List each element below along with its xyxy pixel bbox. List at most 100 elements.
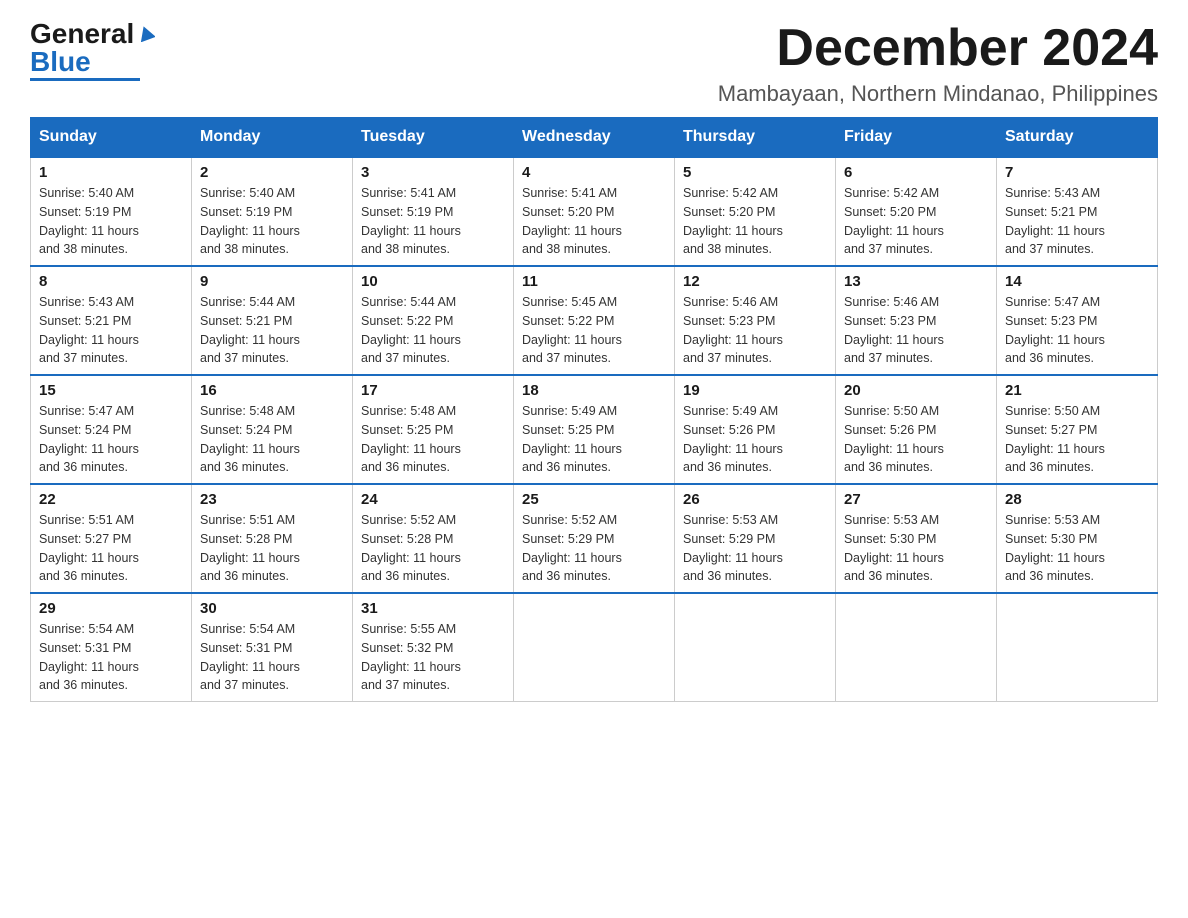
logo-underline [30,78,140,81]
calendar-cell: 3 Sunrise: 5:41 AM Sunset: 5:19 PM Dayli… [353,157,514,266]
calendar-week-row: 22 Sunrise: 5:51 AM Sunset: 5:27 PM Dayl… [31,484,1158,593]
day-number: 12 [683,273,827,290]
col-header-wednesday: Wednesday [514,118,675,158]
day-number: 10 [361,273,505,290]
day-number: 25 [522,491,666,508]
calendar-cell: 22 Sunrise: 5:51 AM Sunset: 5:27 PM Dayl… [31,484,192,593]
day-number: 17 [361,382,505,399]
calendar-cell: 17 Sunrise: 5:48 AM Sunset: 5:25 PM Dayl… [353,375,514,484]
calendar-week-row: 1 Sunrise: 5:40 AM Sunset: 5:19 PM Dayli… [31,157,1158,266]
day-info: Sunrise: 5:46 AM Sunset: 5:23 PM Dayligh… [844,293,988,368]
day-number: 26 [683,491,827,508]
day-info: Sunrise: 5:42 AM Sunset: 5:20 PM Dayligh… [683,184,827,259]
day-number: 23 [200,491,344,508]
day-number: 13 [844,273,988,290]
day-number: 8 [39,273,183,290]
day-info: Sunrise: 5:54 AM Sunset: 5:31 PM Dayligh… [39,620,183,695]
day-number: 15 [39,382,183,399]
day-info: Sunrise: 5:53 AM Sunset: 5:29 PM Dayligh… [683,511,827,586]
day-number: 19 [683,382,827,399]
logo-triangle-icon [137,24,155,47]
day-number: 24 [361,491,505,508]
calendar-cell: 5 Sunrise: 5:42 AM Sunset: 5:20 PM Dayli… [675,157,836,266]
day-number: 28 [1005,491,1149,508]
calendar-cell: 20 Sunrise: 5:50 AM Sunset: 5:26 PM Dayl… [836,375,997,484]
col-header-thursday: Thursday [675,118,836,158]
day-info: Sunrise: 5:51 AM Sunset: 5:27 PM Dayligh… [39,511,183,586]
logo-general-text: General [30,20,134,48]
calendar-cell [675,593,836,702]
calendar-cell [836,593,997,702]
calendar-cell: 24 Sunrise: 5:52 AM Sunset: 5:28 PM Dayl… [353,484,514,593]
calendar-cell: 21 Sunrise: 5:50 AM Sunset: 5:27 PM Dayl… [997,375,1158,484]
calendar-header-row: SundayMondayTuesdayWednesdayThursdayFrid… [31,118,1158,158]
calendar-cell: 25 Sunrise: 5:52 AM Sunset: 5:29 PM Dayl… [514,484,675,593]
day-info: Sunrise: 5:50 AM Sunset: 5:27 PM Dayligh… [1005,402,1149,477]
day-info: Sunrise: 5:40 AM Sunset: 5:19 PM Dayligh… [200,184,344,259]
day-number: 14 [1005,273,1149,290]
day-number: 4 [522,164,666,181]
day-info: Sunrise: 5:43 AM Sunset: 5:21 PM Dayligh… [1005,184,1149,259]
calendar-cell: 16 Sunrise: 5:48 AM Sunset: 5:24 PM Dayl… [192,375,353,484]
calendar-cell: 26 Sunrise: 5:53 AM Sunset: 5:29 PM Dayl… [675,484,836,593]
calendar-cell: 12 Sunrise: 5:46 AM Sunset: 5:23 PM Dayl… [675,266,836,375]
calendar-cell: 28 Sunrise: 5:53 AM Sunset: 5:30 PM Dayl… [997,484,1158,593]
day-number: 21 [1005,382,1149,399]
day-info: Sunrise: 5:43 AM Sunset: 5:21 PM Dayligh… [39,293,183,368]
calendar-cell [514,593,675,702]
calendar-cell: 15 Sunrise: 5:47 AM Sunset: 5:24 PM Dayl… [31,375,192,484]
col-header-monday: Monday [192,118,353,158]
calendar-cell: 7 Sunrise: 5:43 AM Sunset: 5:21 PM Dayli… [997,157,1158,266]
calendar-week-row: 8 Sunrise: 5:43 AM Sunset: 5:21 PM Dayli… [31,266,1158,375]
day-info: Sunrise: 5:48 AM Sunset: 5:25 PM Dayligh… [361,402,505,477]
day-info: Sunrise: 5:51 AM Sunset: 5:28 PM Dayligh… [200,511,344,586]
calendar-cell: 27 Sunrise: 5:53 AM Sunset: 5:30 PM Dayl… [836,484,997,593]
month-title: December 2024 [718,20,1158,77]
calendar-cell: 31 Sunrise: 5:55 AM Sunset: 5:32 PM Dayl… [353,593,514,702]
day-number: 1 [39,164,183,181]
day-info: Sunrise: 5:55 AM Sunset: 5:32 PM Dayligh… [361,620,505,695]
day-number: 18 [522,382,666,399]
calendar-cell [997,593,1158,702]
calendar-cell: 18 Sunrise: 5:49 AM Sunset: 5:25 PM Dayl… [514,375,675,484]
calendar-cell: 1 Sunrise: 5:40 AM Sunset: 5:19 PM Dayli… [31,157,192,266]
logo: General Blue [30,20,155,81]
day-info: Sunrise: 5:47 AM Sunset: 5:24 PM Dayligh… [39,402,183,477]
day-info: Sunrise: 5:53 AM Sunset: 5:30 PM Dayligh… [844,511,988,586]
col-header-tuesday: Tuesday [353,118,514,158]
calendar-cell: 13 Sunrise: 5:46 AM Sunset: 5:23 PM Dayl… [836,266,997,375]
calendar-table: SundayMondayTuesdayWednesdayThursdayFrid… [30,117,1158,702]
calendar-cell: 30 Sunrise: 5:54 AM Sunset: 5:31 PM Dayl… [192,593,353,702]
day-number: 9 [200,273,344,290]
day-info: Sunrise: 5:47 AM Sunset: 5:23 PM Dayligh… [1005,293,1149,368]
day-number: 7 [1005,164,1149,181]
calendar-cell: 10 Sunrise: 5:44 AM Sunset: 5:22 PM Dayl… [353,266,514,375]
page-header: General Blue December 2024 Mambayaan, No… [30,20,1158,107]
day-info: Sunrise: 5:40 AM Sunset: 5:19 PM Dayligh… [39,184,183,259]
location-subtitle: Mambayaan, Northern Mindanao, Philippine… [718,81,1158,107]
col-header-friday: Friday [836,118,997,158]
col-header-saturday: Saturday [997,118,1158,158]
logo-blue-text: Blue [30,48,91,76]
calendar-cell: 23 Sunrise: 5:51 AM Sunset: 5:28 PM Dayl… [192,484,353,593]
day-info: Sunrise: 5:49 AM Sunset: 5:26 PM Dayligh… [683,402,827,477]
day-number: 29 [39,600,183,617]
day-number: 27 [844,491,988,508]
calendar-cell: 11 Sunrise: 5:45 AM Sunset: 5:22 PM Dayl… [514,266,675,375]
day-info: Sunrise: 5:52 AM Sunset: 5:29 PM Dayligh… [522,511,666,586]
calendar-cell: 14 Sunrise: 5:47 AM Sunset: 5:23 PM Dayl… [997,266,1158,375]
day-info: Sunrise: 5:44 AM Sunset: 5:22 PM Dayligh… [361,293,505,368]
calendar-cell: 8 Sunrise: 5:43 AM Sunset: 5:21 PM Dayli… [31,266,192,375]
calendar-cell: 29 Sunrise: 5:54 AM Sunset: 5:31 PM Dayl… [31,593,192,702]
calendar-cell: 9 Sunrise: 5:44 AM Sunset: 5:21 PM Dayli… [192,266,353,375]
day-info: Sunrise: 5:41 AM Sunset: 5:19 PM Dayligh… [361,184,505,259]
day-number: 30 [200,600,344,617]
day-info: Sunrise: 5:44 AM Sunset: 5:21 PM Dayligh… [200,293,344,368]
day-number: 5 [683,164,827,181]
calendar-week-row: 15 Sunrise: 5:47 AM Sunset: 5:24 PM Dayl… [31,375,1158,484]
title-block: December 2024 Mambayaan, Northern Mindan… [718,20,1158,107]
day-info: Sunrise: 5:41 AM Sunset: 5:20 PM Dayligh… [522,184,666,259]
day-info: Sunrise: 5:53 AM Sunset: 5:30 PM Dayligh… [1005,511,1149,586]
day-number: 3 [361,164,505,181]
day-info: Sunrise: 5:49 AM Sunset: 5:25 PM Dayligh… [522,402,666,477]
